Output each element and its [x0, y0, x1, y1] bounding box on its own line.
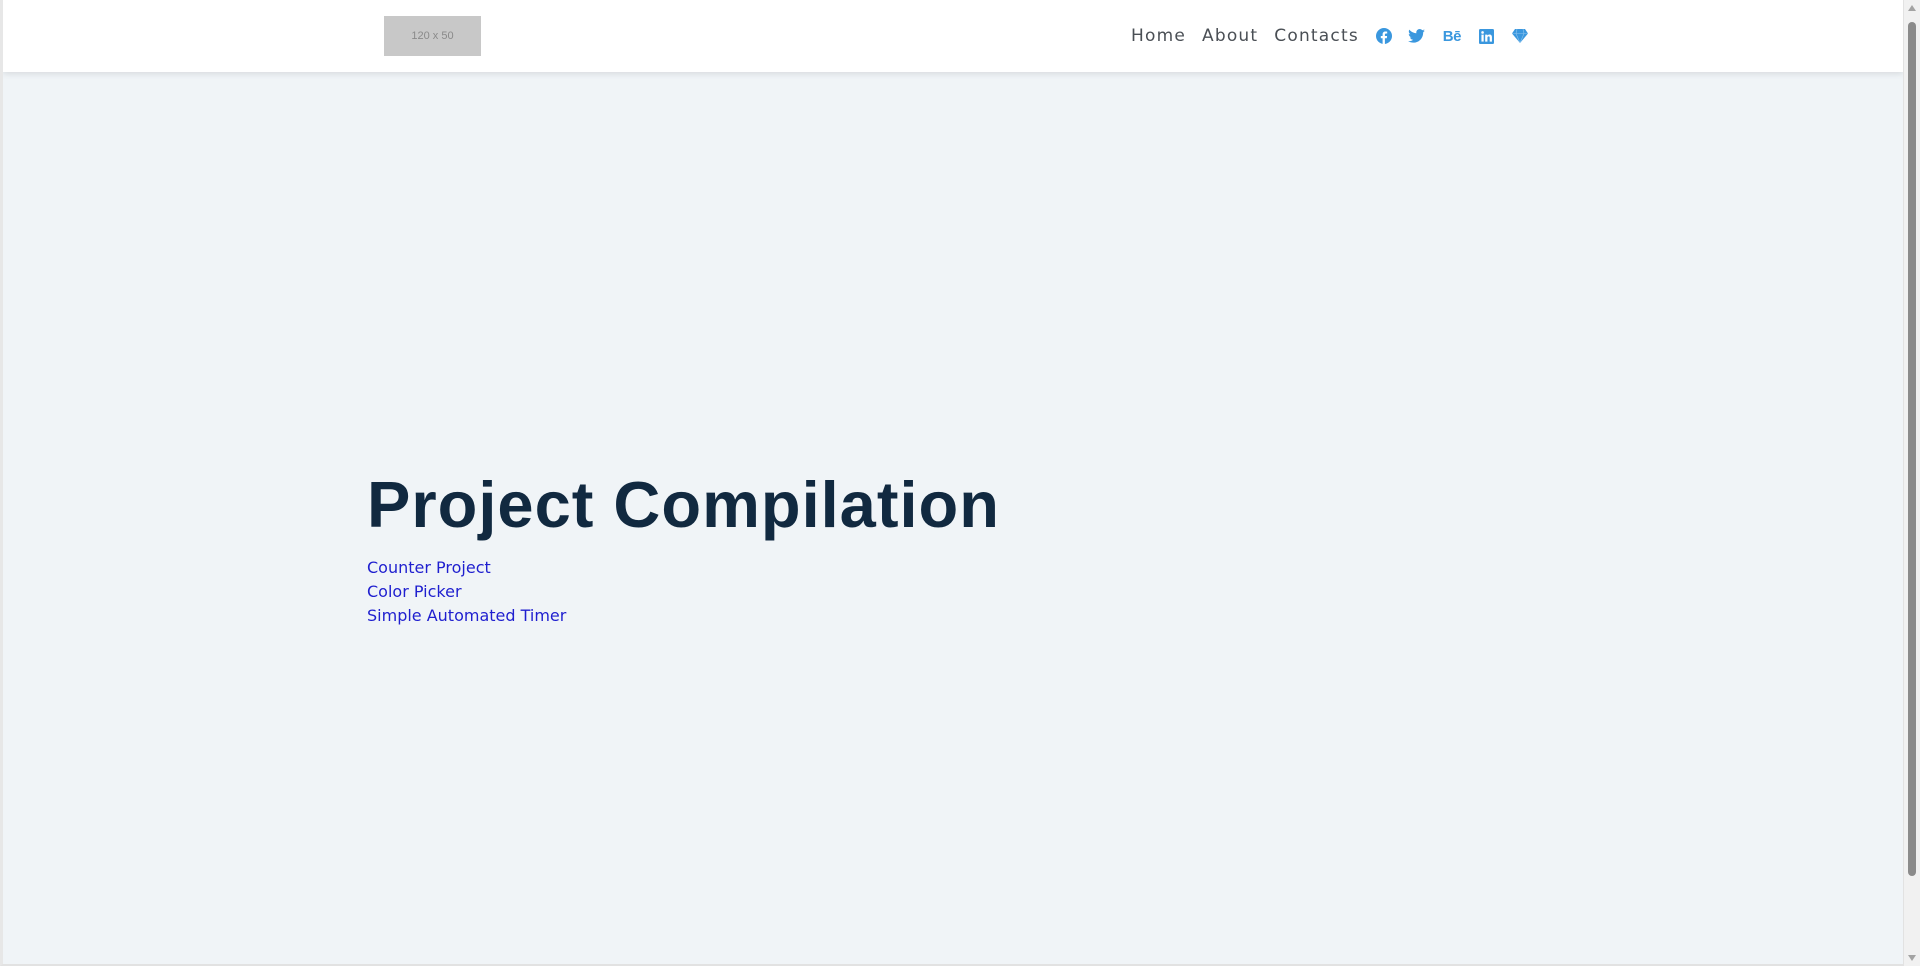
twitter-icon[interactable]: [1408, 27, 1426, 45]
facebook-icon[interactable]: [1375, 27, 1393, 45]
logo-text: 120 x 50: [411, 30, 454, 42]
nav-link-home[interactable]: Home: [1131, 26, 1186, 46]
page-title: Project Compilation: [367, 468, 1000, 541]
behance-icon[interactable]: Bē: [1441, 27, 1463, 45]
list-item: Color Picker: [367, 580, 566, 604]
linkedin-icon[interactable]: [1478, 27, 1496, 45]
diamond-icon[interactable]: [1511, 27, 1529, 45]
scroll-down-arrow-icon[interactable]: [1904, 950, 1920, 966]
project-list: Counter Project Color Picker Simple Auto…: [367, 556, 566, 628]
nav-link-contacts[interactable]: Contacts: [1274, 26, 1359, 46]
scroll-up-arrow-icon[interactable]: [1904, 0, 1920, 16]
site-header: 120 x 50 Home About Contacts Bē: [3, 0, 1903, 72]
scrollbar-thumb[interactable]: [1908, 22, 1916, 876]
color-picker-link[interactable]: Color Picker: [367, 582, 462, 601]
counter-project-link[interactable]: Counter Project: [367, 558, 491, 577]
social-links: Bē: [1375, 27, 1544, 45]
list-item: Counter Project: [367, 556, 566, 580]
nav-link-about[interactable]: About: [1202, 26, 1258, 46]
logo-placeholder[interactable]: 120 x 50: [384, 16, 481, 56]
simple-automated-timer-link[interactable]: Simple Automated Timer: [367, 606, 566, 625]
page-viewport: 120 x 50 Home About Contacts Bē Project …: [0, 0, 1903, 966]
list-item: Simple Automated Timer: [367, 604, 566, 628]
vertical-scrollbar[interactable]: [1903, 0, 1920, 966]
main-nav: Home About Contacts Bē: [1131, 0, 1544, 72]
